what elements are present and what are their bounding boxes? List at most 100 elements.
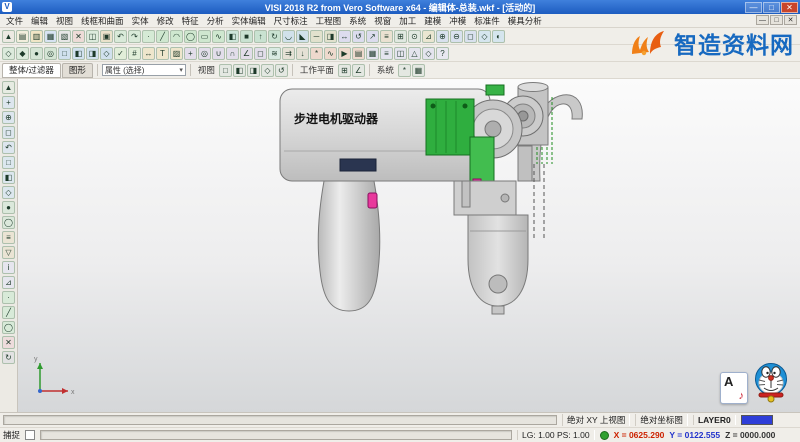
toolbar1-rotate-icon[interactable]: ↺ bbox=[352, 30, 365, 43]
mdi-restore-button[interactable]: □ bbox=[770, 15, 783, 25]
lefttb-zoom-in-icon[interactable]: ⊕ bbox=[2, 111, 15, 124]
toolbar1-scale-icon[interactable]: ↗ bbox=[366, 30, 379, 43]
toolbar1-move-icon[interactable]: ↔ bbox=[338, 30, 351, 43]
viewport-3d[interactable]: 步进电机驱动器 bbox=[18, 79, 800, 412]
menu-item-7[interactable]: 分析 bbox=[203, 15, 228, 27]
lefttb-view-front-icon[interactable]: ◧ bbox=[2, 171, 15, 184]
toolbar2-render-icon[interactable]: ◎ bbox=[44, 47, 57, 60]
toolbar2-text-icon[interactable]: T bbox=[156, 47, 169, 60]
lefttb-select-icon[interactable]: ▲ bbox=[2, 81, 15, 94]
coordinate-mode-indicator[interactable]: 绝对坐标图 bbox=[635, 414, 688, 426]
toolbar2-dimension-icon[interactable]: ↔ bbox=[142, 47, 155, 60]
cad-model-canvas[interactable]: 步进电机驱动器 bbox=[18, 79, 800, 412]
menu-item-16[interactable]: 标准件 bbox=[470, 15, 504, 27]
toolbar2-hidden-line-icon[interactable]: ◆ bbox=[16, 47, 29, 60]
toolbar1-redo-icon[interactable]: ↷ bbox=[128, 30, 141, 43]
toolbar2-view-front-icon[interactable]: ◧ bbox=[72, 47, 85, 60]
toolbar1-point-icon[interactable]: · bbox=[142, 30, 155, 43]
lefttb-zoom-fit-icon[interactable]: ◻ bbox=[2, 126, 15, 139]
toolbar1-snap-icon[interactable]: ⊙ bbox=[408, 30, 421, 43]
mdi-minimize-button[interactable]: — bbox=[756, 15, 769, 25]
lefttb-pan-icon[interactable]: + bbox=[2, 96, 15, 109]
toolbar1-surface-icon[interactable]: ◧ bbox=[226, 30, 239, 43]
toolbar2-simulate-icon[interactable]: ▶ bbox=[338, 47, 351, 60]
tab-assembly-filter[interactable]: 整体/过滤器 bbox=[2, 63, 61, 78]
toolbar2-analysis-icon[interactable]: ✓ bbox=[114, 47, 127, 60]
lefttb-view-top-icon[interactable]: □ bbox=[2, 156, 15, 169]
menu-item-3[interactable]: 线框和曲面 bbox=[77, 15, 128, 27]
viewgrp-view-right-icon[interactable]: ◨ bbox=[247, 64, 260, 77]
lefttb-filter-icon[interactable]: ▽ bbox=[2, 246, 15, 259]
toolbar1-mirror-icon[interactable]: ◨ bbox=[324, 30, 337, 43]
toolbar1-copy-icon[interactable]: ◫ bbox=[86, 30, 99, 43]
lefttb-info-icon[interactable]: i bbox=[2, 261, 15, 274]
bracket-connector[interactable] bbox=[518, 146, 532, 181]
menu-item-8[interactable]: 实体编辑 bbox=[228, 15, 270, 27]
menu-item-9[interactable]: 尺寸标注 bbox=[270, 15, 312, 27]
toolbar1-extrude-icon[interactable]: ↑ bbox=[254, 30, 267, 43]
toolbar2-offset-icon[interactable]: ⇉ bbox=[282, 47, 295, 60]
toolbar2-toolpath-icon[interactable]: ∿ bbox=[324, 47, 337, 60]
toolbar1-cut-icon[interactable]: ✕ bbox=[72, 30, 85, 43]
menu-item-1[interactable]: 编辑 bbox=[27, 15, 52, 27]
toolbar1-curve-icon[interactable]: ∿ bbox=[212, 30, 225, 43]
viewgrp-view-iso-icon[interactable]: ◇ bbox=[261, 64, 274, 77]
toolbar1-rectangle-icon[interactable]: ▭ bbox=[198, 30, 211, 43]
menu-item-17[interactable]: 模具分析 bbox=[504, 15, 546, 27]
menu-item-13[interactable]: 加工 bbox=[395, 15, 420, 27]
toolbar1-shade-icon[interactable]: ◐ bbox=[492, 30, 505, 43]
toolbar1-open-icon[interactable]: ▥ bbox=[30, 30, 43, 43]
toolbar2-feature-icon[interactable]: + bbox=[184, 47, 197, 60]
viewgrp-view-top-icon[interactable]: □ bbox=[219, 64, 232, 77]
toolbar2-hole-icon[interactable]: ◎ bbox=[198, 47, 211, 60]
sysgrp-system-database-icon[interactable]: ▦ bbox=[412, 64, 425, 77]
toolbar1-zoom-in-icon[interactable]: ⊕ bbox=[436, 30, 449, 43]
lefttb-redraw-icon[interactable]: ↻ bbox=[2, 351, 15, 364]
toolbar2-post-icon[interactable]: ▤ bbox=[352, 47, 365, 60]
viewgrp-view-front-icon[interactable]: ◧ bbox=[233, 64, 246, 77]
toolbar2-sew-icon[interactable]: ≋ bbox=[268, 47, 281, 60]
toolbar2-hatch-icon[interactable]: ▨ bbox=[170, 47, 183, 60]
attribute-selector[interactable]: 属性 (选择) ▾ bbox=[102, 64, 186, 76]
toolbar2-project-icon[interactable]: ↓ bbox=[296, 47, 309, 60]
toolbar1-zoom-out-icon[interactable]: ⊖ bbox=[450, 30, 463, 43]
wpgrp-workplane-angle-icon[interactable]: ∠ bbox=[352, 64, 365, 77]
toolbar1-line-icon[interactable]: ╱ bbox=[156, 30, 169, 43]
toolbar1-paste-icon[interactable]: ▣ bbox=[100, 30, 113, 43]
lefttb-measure-icon[interactable]: ⊿ bbox=[2, 276, 15, 289]
mdi-close-button[interactable]: ✕ bbox=[784, 15, 797, 25]
maximize-button[interactable]: □ bbox=[763, 2, 780, 13]
toolbar2-catalog-icon[interactable]: ≡ bbox=[380, 47, 393, 60]
wpgrp-workplane-grid-icon[interactable]: ⊞ bbox=[338, 64, 351, 77]
toolbar1-trim-icon[interactable]: ─ bbox=[310, 30, 323, 43]
toolbar1-chamfer-icon[interactable]: ◣ bbox=[296, 30, 309, 43]
toolbar1-arc-icon[interactable]: ◠ bbox=[170, 30, 183, 43]
toolbar2-standard-parts-icon[interactable]: ◫ bbox=[394, 47, 407, 60]
toolbar1-solid-icon[interactable]: ■ bbox=[240, 30, 253, 43]
menu-item-12[interactable]: 视窗 bbox=[370, 15, 395, 27]
menu-item-0[interactable]: 文件 bbox=[2, 15, 27, 27]
toolbar1-measure-icon[interactable]: ⊿ bbox=[422, 30, 435, 43]
toolbar2-shaded-icon[interactable]: ● bbox=[30, 47, 43, 60]
menu-item-10[interactable]: 工程图 bbox=[312, 15, 346, 27]
toolbar2-shell-icon[interactable]: ◻ bbox=[254, 47, 267, 60]
lefttb-point-icon[interactable]: · bbox=[2, 291, 15, 304]
toolbar1-view-iso-icon[interactable]: ◇ bbox=[478, 30, 491, 43]
lefttb-erase-icon[interactable]: ✕ bbox=[2, 336, 15, 349]
toolbar2-wireframe-icon[interactable]: ◇ bbox=[2, 47, 15, 60]
lefttb-line-icon[interactable]: ╱ bbox=[2, 306, 15, 319]
toolbar2-draft-icon[interactable]: ∠ bbox=[240, 47, 253, 60]
toolbar2-boss-icon[interactable]: ∩ bbox=[226, 47, 239, 60]
menu-item-15[interactable]: 冲模 bbox=[445, 15, 470, 27]
menu-item-14[interactable]: 建模 bbox=[420, 15, 445, 27]
toolbar2-pocket-icon[interactable]: ∪ bbox=[212, 47, 225, 60]
menu-item-6[interactable]: 特征 bbox=[178, 15, 203, 27]
toolbar1-fillet-icon[interactable]: ◡ bbox=[282, 30, 295, 43]
toolbar1-layers-icon[interactable]: ≡ bbox=[380, 30, 393, 43]
active-layer-indicator[interactable]: LAYER0 bbox=[693, 415, 736, 425]
toolbar2-database-icon[interactable]: ▦ bbox=[366, 47, 379, 60]
handle-grip[interactable] bbox=[318, 181, 380, 311]
toolbar1-new-icon[interactable]: ▤ bbox=[16, 30, 29, 43]
toolbar2-view-axon-icon[interactable]: ◇ bbox=[100, 47, 113, 60]
tab-graphics[interactable]: 图形 bbox=[62, 63, 93, 78]
